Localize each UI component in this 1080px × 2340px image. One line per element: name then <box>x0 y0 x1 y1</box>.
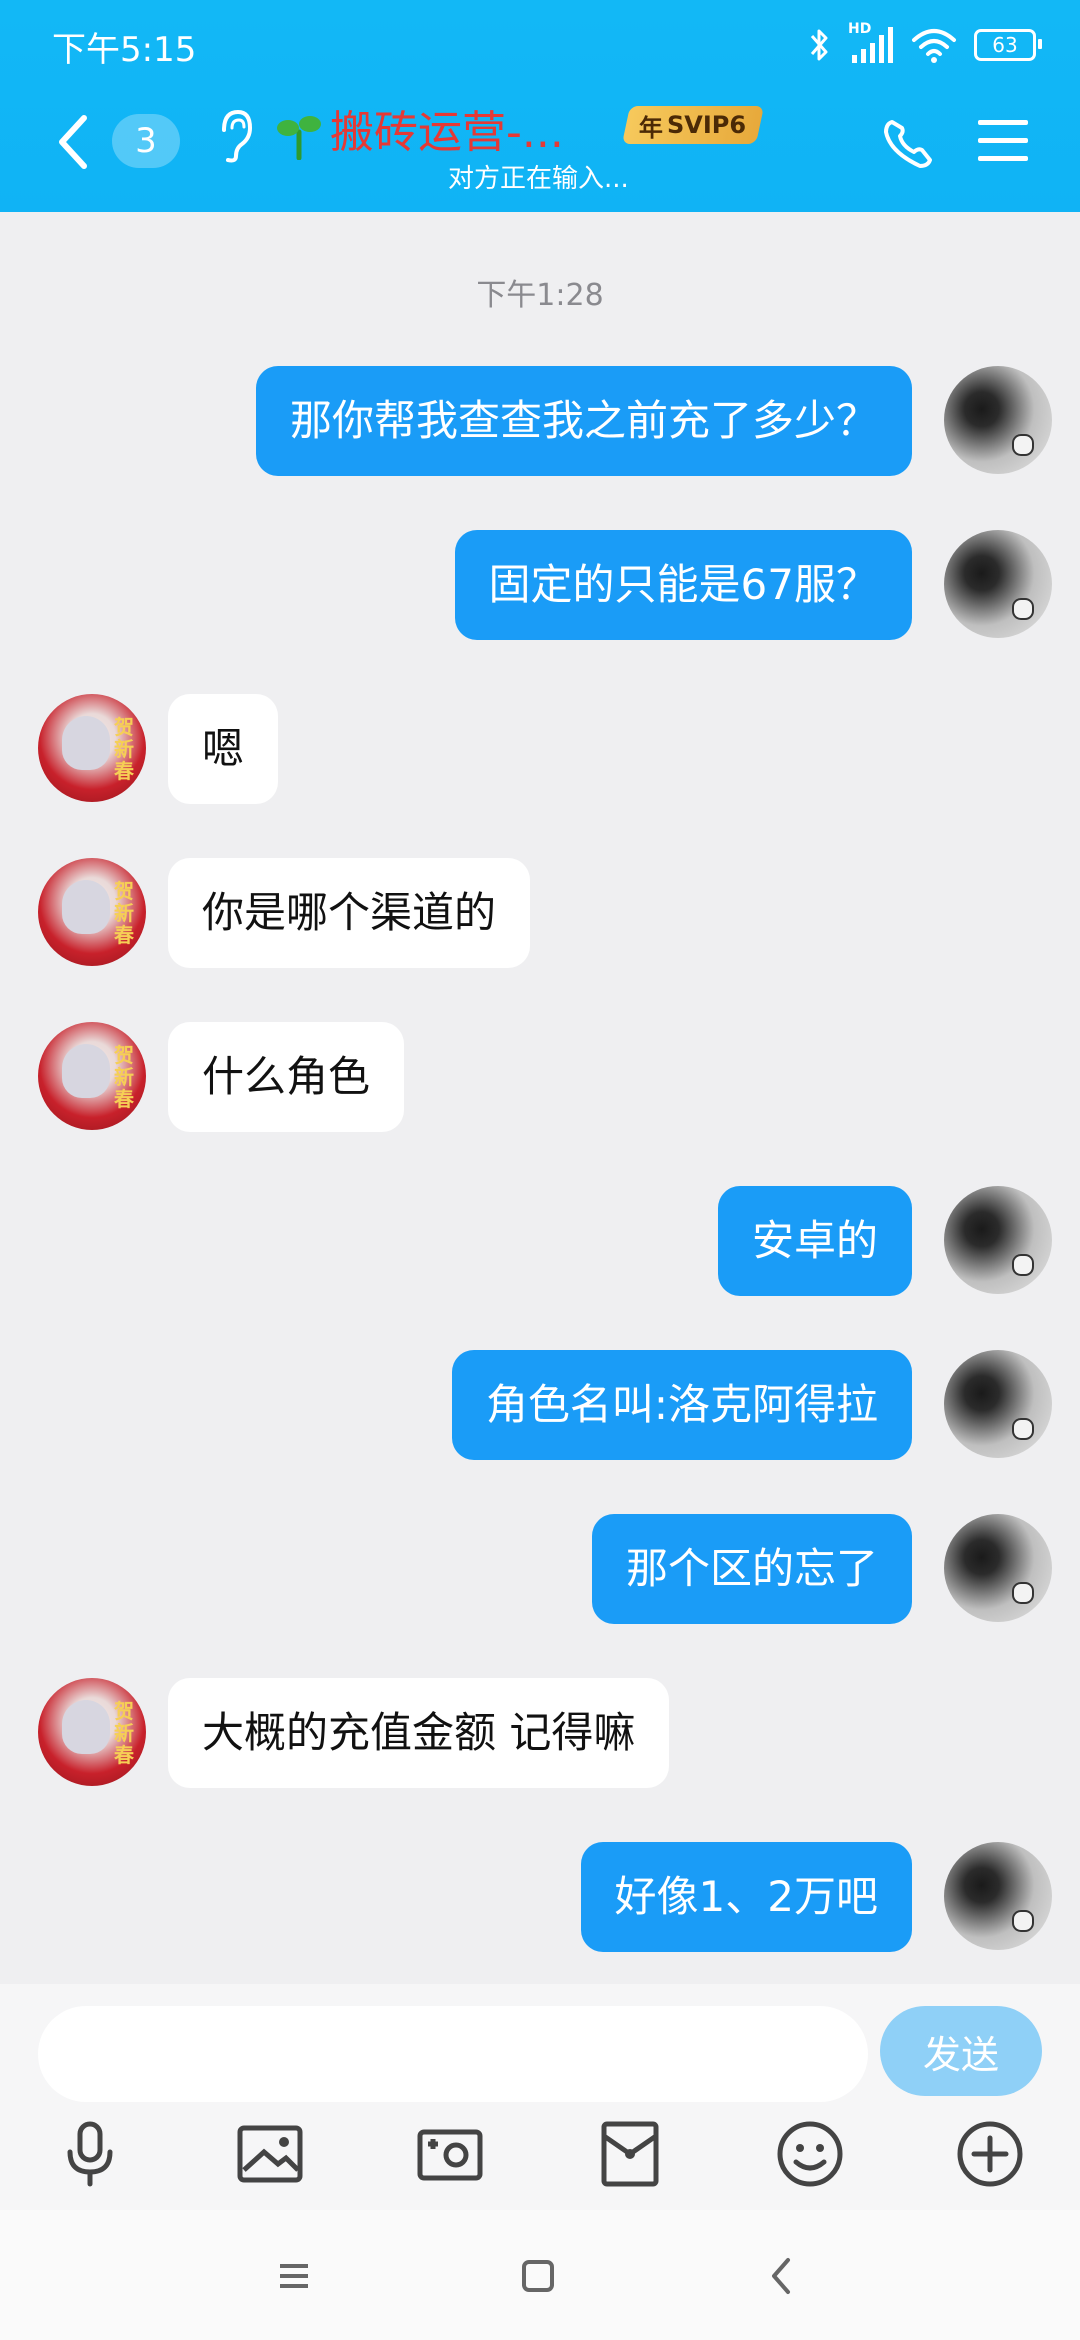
message-row: 那个区的忘了 <box>0 1514 1080 1624</box>
message-input[interactable] <box>38 2006 868 2102</box>
avatar[interactable] <box>944 1842 1052 1950</box>
menu-icon[interactable] <box>264 2246 324 2306</box>
avatar[interactable] <box>944 530 1052 638</box>
microphone-icon[interactable] <box>50 2114 130 2194</box>
system-nav-bar <box>0 2210 1080 2340</box>
message-bubble[interactable]: 那你帮我查查我之前充了多少？ <box>255 366 912 476</box>
phone-icon[interactable] <box>880 116 936 172</box>
message-bubble[interactable]: 大概的充值金额 记得嘛 <box>168 1678 670 1788</box>
message-timestamp: 下午1:28 <box>476 278 604 313</box>
battery-icon: 63 <box>974 29 1042 61</box>
input-bar: 发送 <box>0 1984 1080 2210</box>
message-bubble[interactable]: 那个区的忘了 <box>591 1514 912 1624</box>
plus-icon[interactable] <box>950 2114 1030 2194</box>
home-icon[interactable] <box>508 2246 568 2306</box>
sprout-icon <box>277 116 321 160</box>
chat-header: 下午5:15 HD 63 3 搬砖运营-... 年 SVIP6 对方正在输入..… <box>0 0 1080 212</box>
status-time: 下午5:15 <box>52 30 197 70</box>
message-bubble[interactable]: 角色名叫:洛克阿得拉 <box>451 1350 912 1460</box>
avatar[interactable] <box>944 1186 1052 1294</box>
message-bubble[interactable]: 固定的只能是67服？ <box>454 530 912 640</box>
message-row: 固定的只能是67服？ <box>0 530 1080 640</box>
avatar[interactable] <box>38 1678 146 1786</box>
svip-year: 年 <box>639 113 664 142</box>
avatar[interactable] <box>38 858 146 966</box>
emoji-icon[interactable] <box>770 2114 850 2194</box>
ear-icon[interactable] <box>214 106 254 164</box>
wifi-icon <box>912 29 956 63</box>
message-bubble[interactable]: 什么角色 <box>168 1022 405 1132</box>
image-icon[interactable] <box>230 2114 310 2194</box>
back-icon[interactable] <box>752 2246 812 2306</box>
message-row: 什么角色 <box>0 1022 1080 1132</box>
avatar[interactable] <box>38 1022 146 1130</box>
camera-icon[interactable] <box>410 2114 490 2194</box>
message-row: 大概的充值金额 记得嘛 <box>0 1678 1080 1788</box>
typing-status: 对方正在输入... <box>448 164 629 194</box>
unread-count-badge[interactable]: 3 <box>112 114 180 168</box>
message-bubble[interactable]: 你是哪个渠道的 <box>168 858 531 968</box>
avatar[interactable] <box>38 694 146 802</box>
message-bubble[interactable]: 嗯 <box>168 694 279 804</box>
message-bubble[interactable]: 好像1、2万吧 <box>580 1842 912 1952</box>
avatar[interactable] <box>944 1514 1052 1622</box>
back-arrow-icon[interactable] <box>54 112 94 172</box>
message-row: 嗯 <box>0 694 1080 804</box>
status-icons: HD 63 <box>808 18 1042 72</box>
svip-level: SVIP6 <box>667 111 747 139</box>
send-button[interactable]: 发送 <box>880 2006 1042 2096</box>
svip-badge: 年 SVIP6 <box>621 106 765 144</box>
red-packet-icon[interactable] <box>590 2114 670 2194</box>
chat-title[interactable]: 搬砖运营-... <box>330 96 564 160</box>
menu-icon[interactable] <box>978 120 1028 164</box>
signal-icon: HD <box>848 21 894 65</box>
message-row: 安卓的 <box>0 1186 1080 1296</box>
avatar[interactable] <box>944 366 1052 474</box>
message-row: 角色名叫:洛克阿得拉 <box>0 1350 1080 1460</box>
message-row: 那你帮我查查我之前充了多少？ <box>0 366 1080 476</box>
message-bubble[interactable]: 安卓的 <box>717 1186 912 1296</box>
avatar[interactable] <box>944 1350 1052 1458</box>
message-row: 你是哪个渠道的 <box>0 858 1080 968</box>
message-row: 好像1、2万吧 <box>0 1842 1080 1952</box>
bluetooth-icon <box>810 29 828 61</box>
